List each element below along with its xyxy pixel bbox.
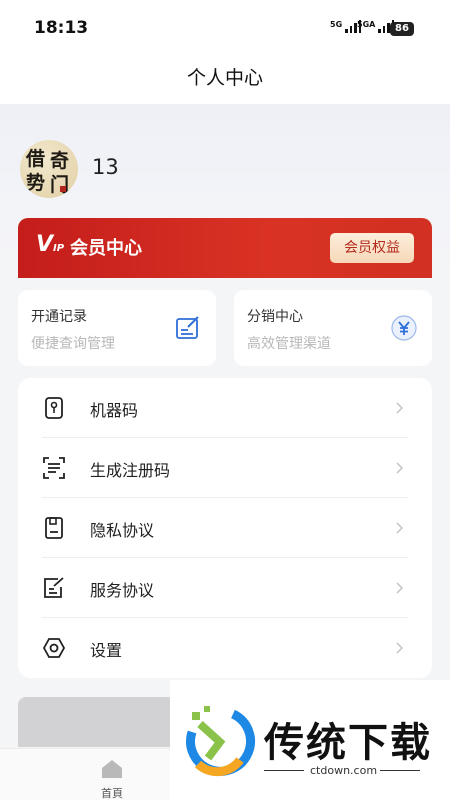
- menu-item-service-agreement[interactable]: 服务协议: [18, 558, 432, 618]
- placeholder-banner: [18, 697, 178, 747]
- key-icon: [45, 397, 63, 419]
- menu-item-label: 机器码: [90, 401, 139, 420]
- chevron-right-icon: [396, 642, 404, 654]
- card-subtitle: 便捷查询管理: [31, 336, 115, 352]
- status-time: 18:13: [34, 18, 89, 38]
- home-icon: [102, 760, 122, 778]
- seal-mark: [60, 186, 66, 192]
- chevron-right-icon: [396, 582, 404, 594]
- vip-title: 会员中心: [70, 238, 142, 259]
- signal-5ga-icon: 5GA: [357, 20, 395, 33]
- menu-item-generate-code[interactable]: 生成注册码: [18, 438, 432, 498]
- menu-item-label: 隐私协议: [90, 521, 155, 540]
- tab-home[interactable]: 首頁: [92, 753, 132, 800]
- vip-logo: VIP: [36, 232, 65, 257]
- card-subtitle: 高效管理渠道: [247, 336, 331, 352]
- page-title: 个人中心: [0, 58, 450, 104]
- edit-document-icon: [44, 577, 64, 598]
- distribution-center-card[interactable]: 分销中心 高效管理渠道: [234, 290, 432, 366]
- watermark-subtitle: ctdown.com: [310, 764, 378, 777]
- menu-item-label: 生成注册码: [90, 461, 171, 480]
- vip-benefits-button[interactable]: 会员权益: [330, 233, 414, 263]
- open-records-card[interactable]: 开通记录 便捷查询管理: [18, 290, 216, 366]
- edit-note-icon: [176, 316, 199, 339]
- battery-indicator: 86: [390, 22, 414, 36]
- card-title: 开通记录: [31, 309, 87, 325]
- yen-circle-icon: [391, 315, 417, 341]
- menu-item-machine-code[interactable]: 机器码: [18, 378, 432, 438]
- username: 13: [92, 155, 119, 179]
- status-bar: 18:13 5G 5GA 86: [0, 0, 450, 58]
- menu-item-label: 设置: [90, 641, 123, 660]
- watermark-overlay: 传统下载 ctdown.com: [170, 680, 450, 800]
- chevron-right-icon: [396, 522, 404, 534]
- document-icon: [45, 517, 63, 539]
- tab-home-label: 首頁: [101, 787, 123, 800]
- card-title: 分销中心: [247, 309, 303, 325]
- chevron-right-icon: [396, 402, 404, 414]
- settings-menu: 机器码 生成注册码 隐私协议 服务协议 设置: [18, 378, 432, 678]
- menu-item-settings[interactable]: 设置: [18, 618, 432, 678]
- vip-banner[interactable]: VIP 会员中心 会员权益: [18, 218, 432, 278]
- watermark-title: 传统下载: [264, 720, 432, 766]
- watermark-logo-icon: [186, 706, 255, 777]
- menu-item-privacy-policy[interactable]: 隐私协议: [18, 498, 432, 558]
- menu-item-label: 服务协议: [90, 581, 155, 600]
- settings-icon: [42, 638, 66, 658]
- scan-code-icon: [43, 457, 65, 479]
- avatar[interactable]: 借 奇 势 门: [20, 140, 78, 198]
- chevron-right-icon: [396, 462, 404, 474]
